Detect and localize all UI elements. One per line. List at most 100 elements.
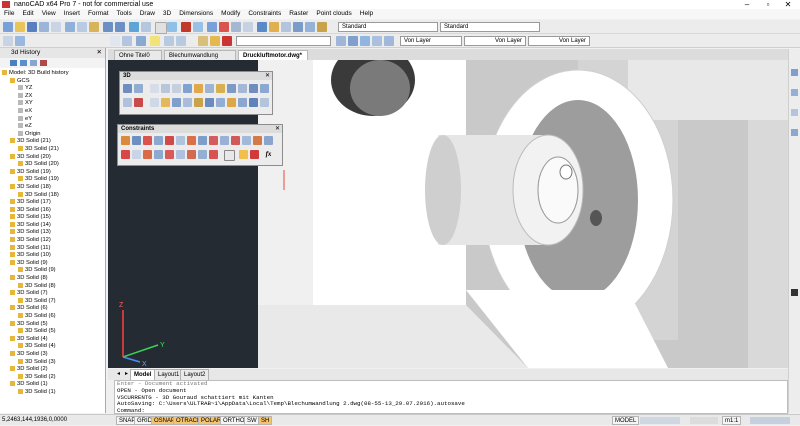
menu-modify[interactable]: Modify	[217, 9, 244, 19]
menu-point-clouds[interactable]: Point clouds	[312, 9, 355, 19]
loft-icon[interactable]	[161, 84, 170, 93]
menu-constraints[interactable]: Constraints	[244, 9, 285, 19]
tree-node[interactable]: 3D Solid (7)	[0, 297, 104, 306]
paste-icon[interactable]	[89, 22, 99, 32]
match-props-icon[interactable]	[141, 22, 151, 32]
coincident-icon[interactable]	[121, 136, 130, 145]
panel-3d-close-icon[interactable]: ✕	[265, 72, 270, 80]
tree-node[interactable]: GCS	[0, 77, 104, 86]
history-icon[interactable]	[249, 98, 258, 107]
redo-icon[interactable]	[115, 22, 125, 32]
sweep-icon[interactable]	[150, 84, 159, 93]
slice-icon[interactable]	[134, 98, 143, 107]
layer-walk-icon[interactable]	[360, 36, 370, 46]
tree-node[interactable]: 3D Solid (21)	[0, 145, 104, 154]
cone-icon[interactable]	[194, 84, 203, 93]
print-icon[interactable]	[39, 22, 49, 32]
tree-node[interactable]: 3D Solid (20)	[0, 153, 104, 162]
tree-node[interactable]: 3D Solid (8)	[0, 282, 104, 291]
extrude-icon[interactable]	[123, 84, 132, 93]
menu-format[interactable]: Format	[84, 9, 113, 19]
material-icon[interactable]	[281, 22, 291, 32]
tree-node[interactable]: eX	[0, 107, 104, 116]
wedge-icon[interactable]	[227, 84, 236, 93]
panel-3d[interactable]: 3D ✕	[119, 71, 273, 115]
menu-raster[interactable]: Raster	[285, 9, 312, 19]
lock-icon[interactable]	[239, 150, 248, 159]
orbit-icon[interactable]	[305, 22, 315, 32]
model-space-toggle[interactable]: MODEL	[612, 416, 640, 425]
revolve-icon[interactable]	[134, 84, 143, 93]
show-constraints-icon[interactable]	[264, 136, 273, 145]
tree-node[interactable]: eZ	[0, 123, 104, 131]
tree-node[interactable]: 3D Solid (4)	[0, 335, 104, 344]
solid-edit-icon[interactable]	[260, 98, 269, 107]
fix-icon[interactable]	[154, 136, 163, 145]
highlight-icon[interactable]	[150, 36, 160, 46]
properties-icon[interactable]	[181, 22, 191, 32]
block-icon[interactable]	[219, 22, 229, 32]
tree-node[interactable]: YZ	[0, 85, 104, 93]
chamfer-icon[interactable]	[161, 98, 170, 107]
tool-palette-icon[interactable]	[243, 22, 253, 32]
render-icon[interactable]	[257, 22, 267, 32]
menu-tools[interactable]: Tools	[113, 9, 136, 19]
smooth-icon[interactable]	[220, 136, 229, 145]
tree-node[interactable]: 3D Solid (19)	[0, 176, 104, 184]
tree-node[interactable]: ZX	[0, 92, 104, 101]
model-viewport[interactable]: Z Y X 3D ✕ Constraints ✕ fx	[108, 60, 788, 368]
copy-icon[interactable]	[77, 22, 87, 32]
panel-constraints-close-icon[interactable]: ✕	[275, 125, 280, 133]
material-sphere-icon[interactable]	[791, 289, 798, 296]
box-icon[interactable]	[172, 84, 181, 93]
tree-node[interactable]: eY	[0, 115, 104, 124]
shell-icon[interactable]	[172, 98, 181, 107]
tree-node[interactable]: 3D Solid (13)	[0, 229, 104, 237]
torus-icon[interactable]	[216, 84, 225, 93]
panel-close-icon[interactable]: ✕	[97, 48, 102, 58]
layer-color-icon[interactable]	[222, 36, 232, 46]
tab-druckluftmotor[interactable]: Druckluftmotor.dwg*	[238, 50, 308, 60]
tree-node[interactable]: 3D Solid (3)	[0, 358, 104, 367]
layer-delete-icon[interactable]	[384, 36, 394, 46]
tree-node[interactable]: XY	[0, 100, 104, 108]
menu-edit[interactable]: Edit	[18, 9, 37, 19]
tree-node[interactable]: 3D Solid (17)	[0, 199, 104, 207]
parallel-icon[interactable]	[165, 136, 174, 145]
menu-view[interactable]: View	[38, 9, 60, 19]
view-cube-icon[interactable]	[791, 69, 798, 76]
panel-constraints[interactable]: Constraints ✕ fx	[117, 124, 283, 166]
zoom-tool-icon[interactable]	[791, 129, 798, 136]
zoom-out-icon[interactable]	[176, 36, 186, 46]
delete-icon[interactable]	[40, 60, 47, 66]
view-icon[interactable]	[293, 22, 303, 32]
ucs-prev-icon[interactable]	[122, 36, 132, 46]
layer-merge-icon[interactable]	[372, 36, 382, 46]
auto-constrain-icon[interactable]	[253, 136, 262, 145]
collinear-icon[interactable]	[132, 136, 141, 145]
subtract-icon[interactable]	[260, 84, 269, 93]
layer-prev-icon[interactable]	[336, 36, 346, 46]
horizontal-dim-icon[interactable]	[143, 150, 152, 159]
dim-style-dropdown[interactable]: Standard	[440, 22, 540, 32]
concentric-icon[interactable]	[143, 136, 152, 145]
tree-node[interactable]: 3D Solid (18)	[0, 191, 104, 200]
cut-icon[interactable]	[65, 22, 75, 32]
tree-node[interactable]: 3D Solid (14)	[0, 221, 104, 230]
tangent-icon[interactable]	[209, 136, 218, 145]
new-file-icon[interactable]	[3, 22, 13, 32]
linetype-dropdown[interactable]: Von Layer	[464, 36, 526, 46]
sh-toggle[interactable]: SH	[258, 416, 273, 425]
minimize-button[interactable]: –	[737, 0, 757, 9]
align3d-icon[interactable]	[216, 98, 225, 107]
pan-tool-icon[interactable]	[791, 109, 798, 116]
tree-node[interactable]: 3D Solid (2)	[0, 373, 104, 382]
section-icon[interactable]	[227, 98, 236, 107]
scale-dropdown[interactable]: m1:1	[722, 416, 742, 425]
vertical-dim-icon[interactable]	[154, 150, 163, 159]
fillet-icon[interactable]	[150, 98, 159, 107]
menu-file[interactable]: File	[0, 9, 18, 19]
tree-node[interactable]: 3D Solid (18)	[0, 183, 104, 192]
pan-icon[interactable]	[193, 22, 203, 32]
angular-dim-icon[interactable]	[165, 150, 174, 159]
